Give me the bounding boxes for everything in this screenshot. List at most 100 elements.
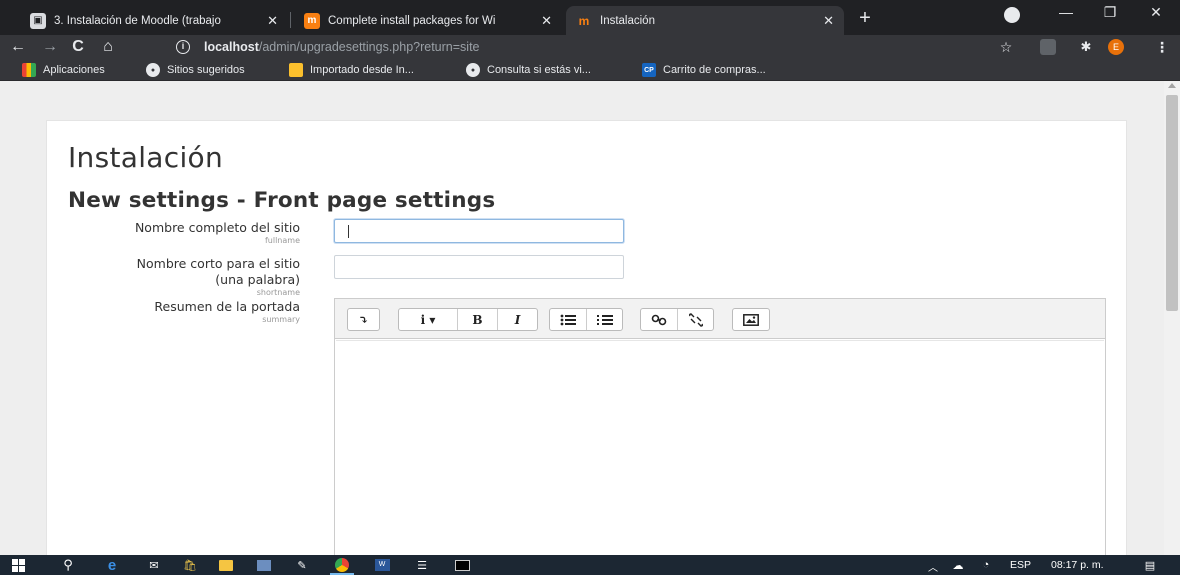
file-explorer-icon[interactable] (218, 557, 234, 573)
search-icon[interactable]: ⚲ (60, 557, 76, 573)
close-icon[interactable]: ✕ (823, 13, 834, 29)
italic-button[interactable]: I (497, 309, 537, 330)
info-icon[interactable]: i (176, 40, 190, 54)
back-button[interactable]: ← (8, 37, 28, 57)
show-hidden-icons[interactable]: ︿ (928, 559, 938, 574)
shortname-input[interactable] (335, 256, 623, 278)
bookmark-star-icon[interactable]: ☆ (996, 37, 1016, 57)
reload-button[interactable]: C (68, 37, 88, 57)
editor-group-style: i ▾ B I (398, 308, 538, 331)
bookmark-apps[interactable]: Aplicaciones (22, 62, 105, 78)
bookmark-consulta[interactable]: ● Consulta si estás vi... (466, 62, 591, 78)
collapse-toolbar-button[interactable]: ⤵ (348, 309, 379, 330)
system-clock[interactable]: 08:17 p. m. (1051, 559, 1104, 571)
scroll-up-arrow[interactable] (1168, 83, 1176, 88)
extensions-puzzle-icon[interactable]: ✱ (1076, 37, 1096, 57)
unlink-button[interactable] (677, 309, 713, 330)
settings-card: Instalación New settings - Front page se… (46, 120, 1127, 555)
bookmark-label: Sitios sugeridos (167, 64, 245, 76)
page-title: Instalación (68, 141, 224, 174)
notes-app-icon[interactable] (256, 557, 272, 573)
wifi-icon[interactable]: ◔ (978, 557, 994, 573)
fullname-label-text: Nombre completo del sitio (134, 220, 300, 235)
fullname-field[interactable] (334, 219, 624, 243)
bookmark-label: Aplicaciones (43, 64, 105, 76)
link-icon (651, 314, 667, 325)
link-button[interactable] (641, 309, 677, 330)
shortname-field[interactable] (334, 255, 624, 279)
cp-icon: CP (642, 63, 656, 77)
folder-icon (289, 63, 303, 77)
bookmark-sitios-sugeridos[interactable]: ● Sitios sugeridos (146, 62, 245, 78)
terminal-icon[interactable] (454, 557, 470, 573)
minimize-button[interactable]: — (1044, 0, 1088, 26)
close-icon[interactable]: ✕ (267, 13, 278, 29)
bookmark-label: Consulta si estás vi... (487, 64, 591, 76)
summary-editor-content[interactable] (336, 340, 1104, 555)
bookmark-label: Carrito de compras... (663, 64, 766, 76)
unordered-list-button[interactable] (550, 309, 586, 330)
fullname-input[interactable] (335, 220, 623, 242)
fullname-label: Nombre completo del sitio fullname (135, 220, 300, 246)
shortname-setting-name: shortname (256, 288, 300, 297)
ordered-list-icon (596, 314, 613, 325)
edge-browser-icon[interactable]: e (104, 557, 120, 574)
summary-label: Resumen de la portada summary (154, 299, 300, 325)
menu-kebab-icon[interactable]: ⋮ (1152, 37, 1172, 57)
bookmarks-bar: Aplicaciones ● Sitios sugeridos Importad… (0, 59, 1180, 81)
image-icon (743, 313, 759, 326)
tab-install-packages[interactable]: m Complete install packages for Wi ✕ (294, 6, 562, 35)
extension-icon[interactable] (1040, 39, 1056, 55)
tab-instalacion[interactable]: m Instalación ✕ (566, 6, 844, 35)
editor-group-media (732, 308, 770, 331)
page-scrollbar[interactable] (1164, 81, 1180, 555)
tab-moodle-doc[interactable]: ▣ 3. Instalación de Moodle (trabajo ✕ (20, 6, 288, 35)
tab-search-icon[interactable] (1004, 7, 1020, 23)
forward-button[interactable]: → (40, 37, 60, 57)
moodle-icon: m (578, 13, 590, 28)
document-icon: ▣ (30, 12, 46, 29)
shortname-label-line1: Nombre corto para el sitio (136, 256, 300, 271)
onedrive-icon[interactable]: ☁ (950, 557, 966, 573)
url-host: localhost (204, 40, 259, 54)
insert-image-button[interactable] (733, 309, 769, 330)
scrollbar-thumb[interactable] (1166, 95, 1178, 311)
bookmark-label: Importado desde In... (310, 64, 414, 76)
profile-avatar[interactable]: E (1108, 39, 1124, 55)
new-tab-button[interactable]: + (852, 6, 878, 32)
unordered-list-icon (560, 314, 576, 325)
browser-toolbar: ← → C ⌂ i localhost/admin/upgradesetting… (0, 35, 1180, 59)
page-viewport: Instalación New settings - Front page se… (0, 81, 1180, 555)
chrome-icon[interactable] (330, 557, 354, 575)
shortname-label-line2: (una palabra) (215, 272, 300, 287)
browser-tab-strip: ▣ 3. Instalación de Moodle (trabajo ✕ m … (0, 0, 1180, 35)
bookmark-importado[interactable]: Importado desde In... (289, 62, 414, 78)
bold-button[interactable]: B (457, 309, 497, 330)
task-manager-icon[interactable]: ☰ (414, 557, 430, 573)
restore-button[interactable]: ❐ (1088, 0, 1132, 26)
notifications-icon[interactable]: ▤ (1142, 557, 1158, 573)
summary-editor: ⤵ i ▾ B I (334, 298, 1106, 555)
summary-setting-name: summary (262, 315, 300, 324)
url-text: localhost/admin/upgradesettings.php?retu… (204, 40, 480, 54)
moodle-icon: m (304, 12, 320, 29)
tab-title: Instalación (600, 14, 655, 27)
bookmark-carrito[interactable]: CP Carrito de compras... (642, 62, 766, 78)
close-window-button[interactable]: ✕ (1134, 0, 1178, 26)
section-title: New settings - Front page settings (68, 188, 496, 213)
globe-icon: ● (466, 63, 480, 77)
close-icon[interactable]: ✕ (541, 13, 552, 29)
word-icon[interactable]: W (374, 557, 390, 573)
shortname-label: Nombre corto para el sitio (una palabra)… (137, 256, 300, 298)
store-icon[interactable]: 🛍 (182, 557, 198, 573)
windows-start-icon[interactable] (10, 557, 26, 573)
home-button[interactable]: ⌂ (98, 37, 118, 57)
language-indicator[interactable]: ESP (1010, 559, 1031, 571)
mail-icon[interactable]: ✉ (146, 557, 162, 573)
ordered-list-button[interactable] (586, 309, 622, 330)
paragraph-style-button[interactable]: i ▾ (399, 309, 457, 330)
paint-app-icon[interactable]: ✎ (294, 557, 310, 573)
address-bar[interactable]: i localhost/admin/upgradesettings.php?re… (168, 36, 1030, 58)
editor-group-links (640, 308, 714, 331)
tab-divider (290, 12, 291, 28)
